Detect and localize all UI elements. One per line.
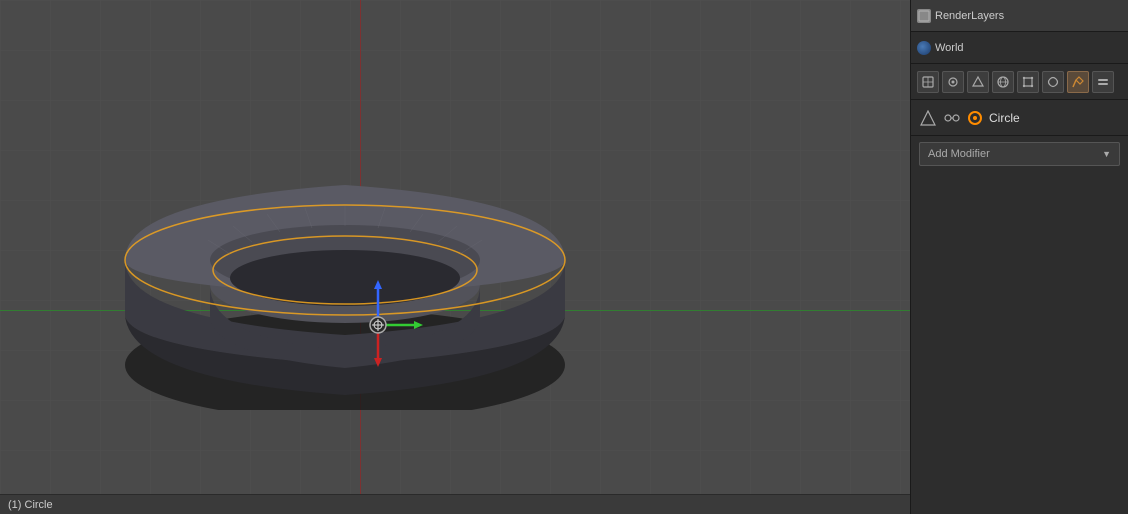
data-icon[interactable] [1092,71,1114,93]
right-panel: RenderLayers World [910,0,1128,514]
add-modifier-dropdown[interactable]: Add Modifier ▼ [919,142,1120,166]
object-name-row: Circle [911,100,1128,136]
transform-gizmo[interactable] [328,275,428,375]
toolbar-icons-row [911,64,1128,100]
world-row[interactable]: World [911,32,1128,64]
add-modifier-row[interactable]: Add Modifier ▼ [911,136,1128,172]
render-layers-label: RenderLayers [935,10,1004,22]
render-layers-icon [917,9,931,23]
object-transform-icon[interactable] [919,109,937,127]
object-properties-icon[interactable] [1017,71,1039,93]
panel-content-area [911,172,1128,514]
status-bar: (1) Circle [0,494,910,514]
dropdown-arrow-icon: ▼ [1102,149,1111,159]
status-text: (1) Circle [8,499,53,511]
modifier-icon[interactable] [1067,71,1089,93]
constraints-icon[interactable] [1042,71,1064,93]
add-modifier-label: Add Modifier [928,148,990,160]
render-icon[interactable] [942,71,964,93]
object-type-icon [967,110,983,126]
world-properties-icon[interactable] [992,71,1014,93]
scene-properties-icon[interactable] [967,71,989,93]
render-layers-row[interactable]: RenderLayers [911,0,1128,32]
world-icon [917,41,931,55]
world-label: World [935,42,964,54]
mesh-icon[interactable] [917,71,939,93]
viewport[interactable]: (1) Circle [0,0,910,514]
object-relations-icon[interactable] [943,109,961,127]
object-name-label: Circle [989,111,1020,125]
